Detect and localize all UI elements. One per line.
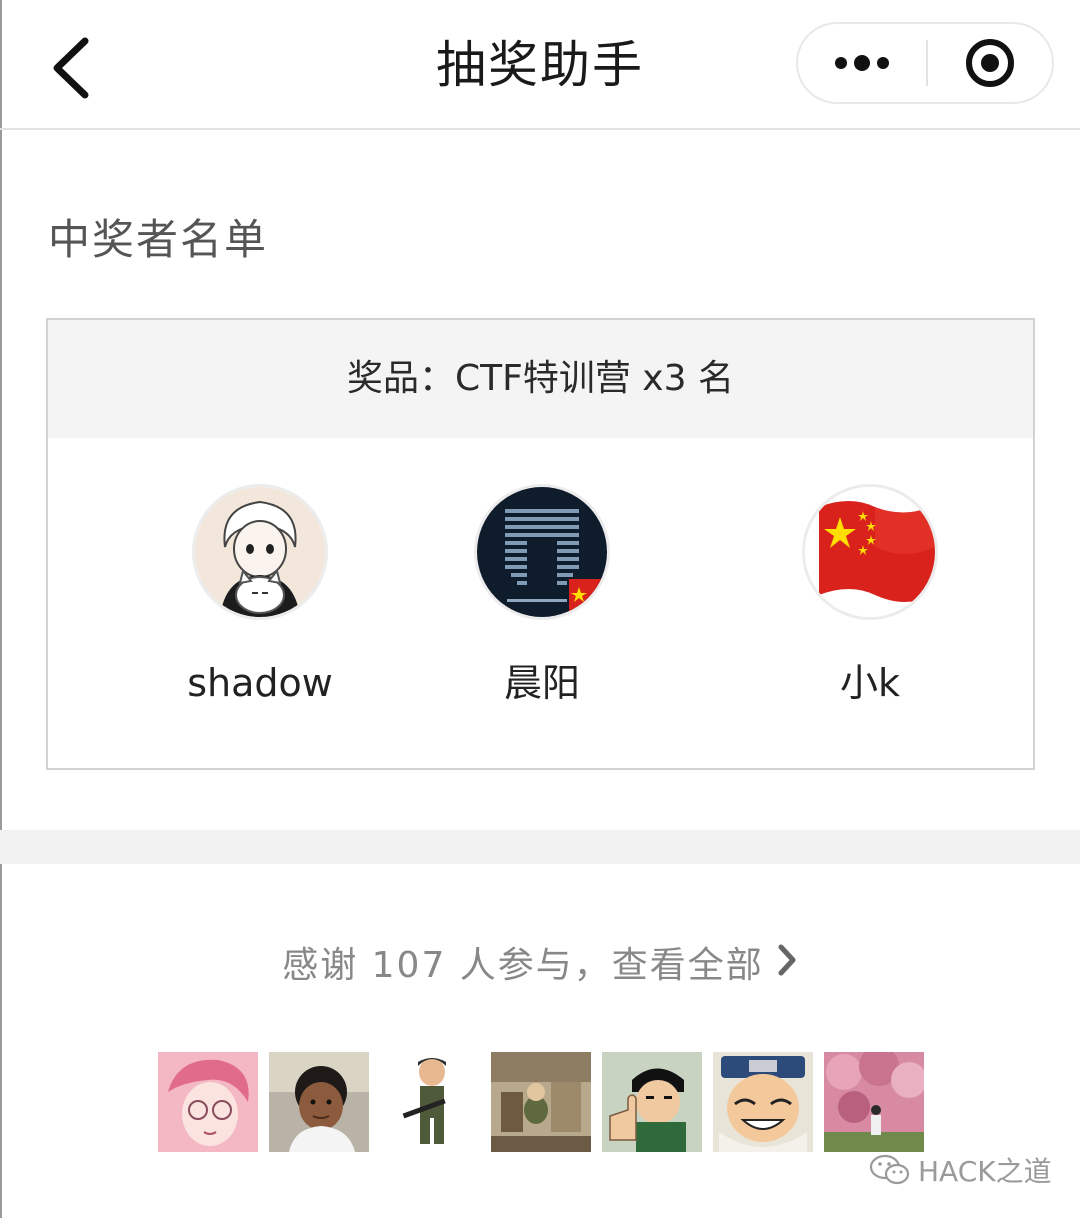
winner-name: 晨阳 xyxy=(503,661,580,705)
watermark-text: HACK之道 xyxy=(918,1155,1052,1188)
participant-avatar[interactable] xyxy=(158,1052,258,1152)
chevron-right-icon xyxy=(776,939,798,995)
soldier-figure-avatar xyxy=(380,1052,480,1152)
section-divider xyxy=(0,830,1080,864)
terminal-ascii-art-avatar xyxy=(477,487,607,617)
cartoon-scene-avatar xyxy=(491,1052,591,1152)
winner-item[interactable]: shadow xyxy=(160,484,360,708)
china-flag-avatar xyxy=(805,487,935,617)
mini-program-capsule xyxy=(796,22,1054,104)
winner-name: shadow xyxy=(187,661,333,705)
target-close-icon xyxy=(966,39,1014,87)
participant-avatar[interactable] xyxy=(269,1052,369,1152)
thumbs-up-anime-avatar xyxy=(602,1052,702,1152)
prize-card: 奖品：CTF特训营 x3 名 shadow 晨阳 小k xyxy=(46,318,1035,770)
winner-avatar xyxy=(474,484,610,620)
winner-item[interactable]: 晨阳 xyxy=(442,484,642,708)
winner-avatar xyxy=(802,484,938,620)
window-left-edge xyxy=(0,0,2,1218)
participant-avatar[interactable] xyxy=(713,1052,813,1152)
anime-boy-with-cat-avatar xyxy=(195,487,325,617)
participant-avatar[interactable] xyxy=(380,1052,480,1152)
cherry-blossom-photo-avatar xyxy=(824,1052,924,1152)
participant-avatar[interactable] xyxy=(491,1052,591,1152)
winner-item[interactable]: 小k xyxy=(770,484,970,708)
more-dots-icon xyxy=(835,55,889,71)
wechat-icon xyxy=(869,1154,910,1185)
kid-photo-avatar xyxy=(269,1052,369,1152)
naruto-avatar xyxy=(713,1052,813,1152)
participants-count-text: 感谢 107 人参与，查看全部 xyxy=(282,945,764,986)
prize-header: 奖品：CTF特训营 x3 名 xyxy=(48,320,1033,438)
winner-avatar xyxy=(192,484,328,620)
participant-avatar[interactable] xyxy=(824,1052,924,1152)
more-menu-button[interactable] xyxy=(798,24,926,102)
view-all-participants-link[interactable]: 感谢 107 人参与，查看全部 xyxy=(0,938,1080,995)
close-mini-program-button[interactable] xyxy=(928,24,1052,102)
watermark: HACK之道 xyxy=(868,1150,1052,1190)
winner-name: 小k xyxy=(839,661,900,705)
participant-avatar[interactable] xyxy=(602,1052,702,1152)
winners-list-title: 中奖者名单 xyxy=(48,215,269,264)
pink-anime-boy-avatar xyxy=(158,1052,258,1152)
navigation-bar: 抽奖助手 xyxy=(0,0,1080,130)
